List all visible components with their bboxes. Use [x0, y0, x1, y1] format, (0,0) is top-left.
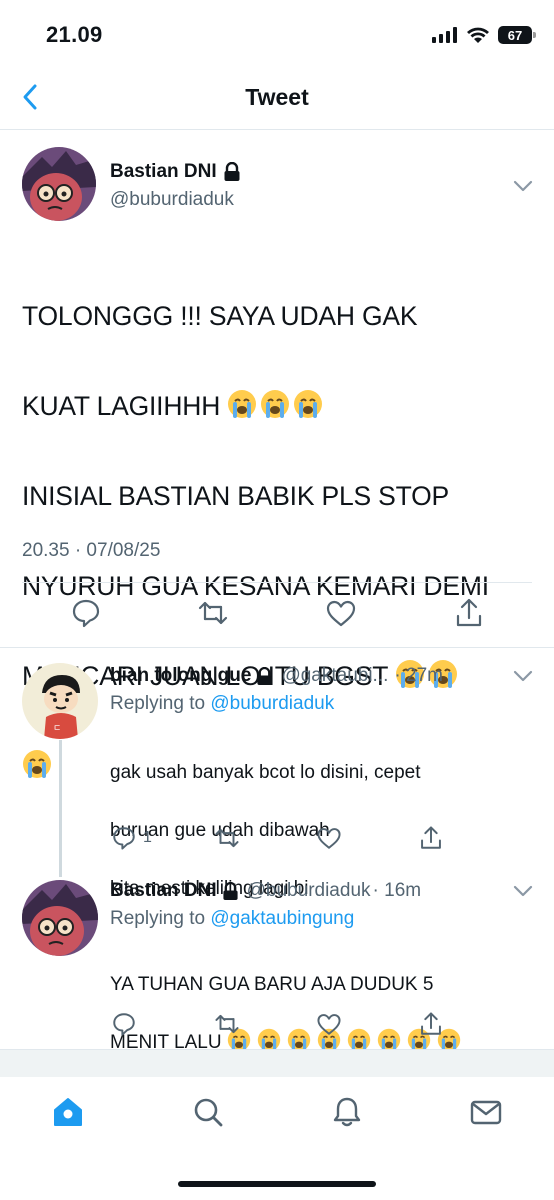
share-icon: [421, 1012, 441, 1035]
tweet-text-line: TOLONGGG !!! SAYA UDAH GAK: [22, 301, 418, 331]
reply-timestamp[interactable]: · 16m: [373, 880, 422, 902]
battery-level: 67: [507, 27, 523, 43]
replying-to-label: Replying to: [110, 908, 206, 929]
chevron-down-icon[interactable]: [512, 884, 534, 898]
reply-button[interactable]: [111, 1011, 137, 1037]
replying-to-label: Replying to: [110, 693, 206, 714]
navigation-bar: Tweet: [0, 70, 554, 130]
tweet-text-segment: KUAT LAGIIHHH: [22, 391, 221, 421]
bell-icon[interactable]: [330, 1095, 364, 1129]
author-name[interactable]: Bastian DNI: [110, 880, 239, 902]
retweet-button[interactable]: [214, 825, 240, 851]
like-button[interactable]: [316, 825, 342, 851]
tweet-timestamp[interactable]: 20.35 · 07/08/25: [22, 540, 160, 562]
reply-icon: [113, 827, 135, 850]
tweet-text-line: KUAT LAGIIHHH: [22, 384, 522, 429]
replying-to: Replying to @buburdiaduk: [110, 693, 334, 715]
like-icon[interactable]: [325, 597, 357, 629]
reply-text-line: YA TUHAN GUA BARU AJA DUDUK 5: [110, 974, 434, 995]
home-indicator: [178, 1181, 376, 1187]
retweet-icon: [215, 1014, 239, 1034]
chevron-down-icon[interactable]: [512, 179, 534, 193]
replying-to: Replying to @gaktaubingung: [110, 908, 354, 930]
status-icons: 67: [432, 24, 536, 46]
mail-icon[interactable]: [469, 1095, 503, 1129]
battery-indicator: 67: [498, 26, 536, 44]
chevron-down-icon[interactable]: [512, 669, 534, 683]
like-button[interactable]: [316, 1011, 342, 1037]
cellular-signal-icon: [432, 27, 457, 43]
svg-text:ㄷ: ㄷ: [53, 723, 61, 733]
avatar[interactable]: [22, 147, 96, 221]
wifi-icon: [467, 27, 489, 43]
reply-timestamp[interactable]: · 27m: [394, 665, 443, 687]
author-name[interactable]: Bastian DNI: [110, 161, 241, 183]
reply-icon: [113, 1013, 135, 1036]
status-bar: 21.09 67: [0, 0, 554, 70]
lock-icon: [223, 881, 238, 900]
retweet-button[interactable]: [214, 1011, 240, 1037]
replying-to-mention[interactable]: @gaktaubingung: [210, 908, 354, 929]
retweet-icon[interactable]: [197, 597, 229, 629]
like-icon: [317, 828, 341, 849]
author-name[interactable]: bian tolong gue: [110, 665, 273, 687]
main-tweet: Bastian DNI @buburdiaduk TOLONGGG !!! SA…: [0, 131, 554, 778]
like-icon: [317, 1014, 341, 1035]
author-name-text: Bastian DNI: [110, 880, 217, 901]
status-time: 21.09: [46, 22, 103, 47]
thread-connector-line: [59, 740, 62, 877]
reply-tweet[interactable]: ㄷ bian tolong gue @gaktaubi... · 27m Rep…: [0, 649, 554, 899]
reply-header: Bastian DNI @buburdiaduk · 16m: [110, 880, 421, 902]
avatar[interactable]: [22, 880, 98, 956]
search-icon[interactable]: [191, 1095, 225, 1129]
reply-header: bian tolong gue @gaktaubi... · 27m: [110, 665, 443, 687]
share-icon[interactable]: [453, 597, 485, 629]
loudly-crying-emoji-icon: [261, 390, 290, 418]
tweet-actions: [0, 597, 554, 631]
reply-actions: 1: [0, 825, 554, 855]
reply-text-line: gak usah banyak bcot lo disini, cepet: [110, 762, 421, 783]
author-handle[interactable]: @buburdiaduk: [110, 189, 234, 211]
retweet-icon: [215, 828, 239, 848]
lock-icon: [257, 666, 273, 685]
loudly-crying-emoji-icon: [228, 390, 257, 418]
reply-actions: [0, 1011, 554, 1041]
divider: [22, 582, 532, 583]
replying-to-mention[interactable]: @buburdiaduk: [210, 693, 334, 714]
reply-icon[interactable]: [70, 597, 102, 629]
page-title: Tweet: [245, 84, 309, 110]
author-handle[interactable]: @gaktaubi...: [281, 665, 388, 687]
author-name-text: Bastian DNI: [110, 161, 217, 182]
reply-count: 1: [143, 829, 152, 846]
share-button[interactable]: [418, 1011, 444, 1037]
reply-button[interactable]: 1: [111, 825, 152, 851]
avatar[interactable]: ㄷ: [22, 663, 98, 739]
tweet-text-line: INISIAL BASTIAN BABIK PLS STOP: [22, 481, 449, 511]
share-icon: [421, 826, 441, 849]
share-button[interactable]: [418, 825, 444, 851]
loudly-crying-emoji-icon: [294, 390, 323, 418]
author-name-text: bian tolong gue: [110, 665, 252, 686]
feed-end-spacer: [0, 1049, 554, 1077]
lock-icon: [224, 162, 240, 181]
reply-tweet[interactable]: Bastian DNI @buburdiaduk · 16m Replying …: [0, 866, 554, 1053]
author-handle[interactable]: @buburdiaduk: [247, 880, 371, 902]
home-icon[interactable]: [51, 1095, 85, 1129]
